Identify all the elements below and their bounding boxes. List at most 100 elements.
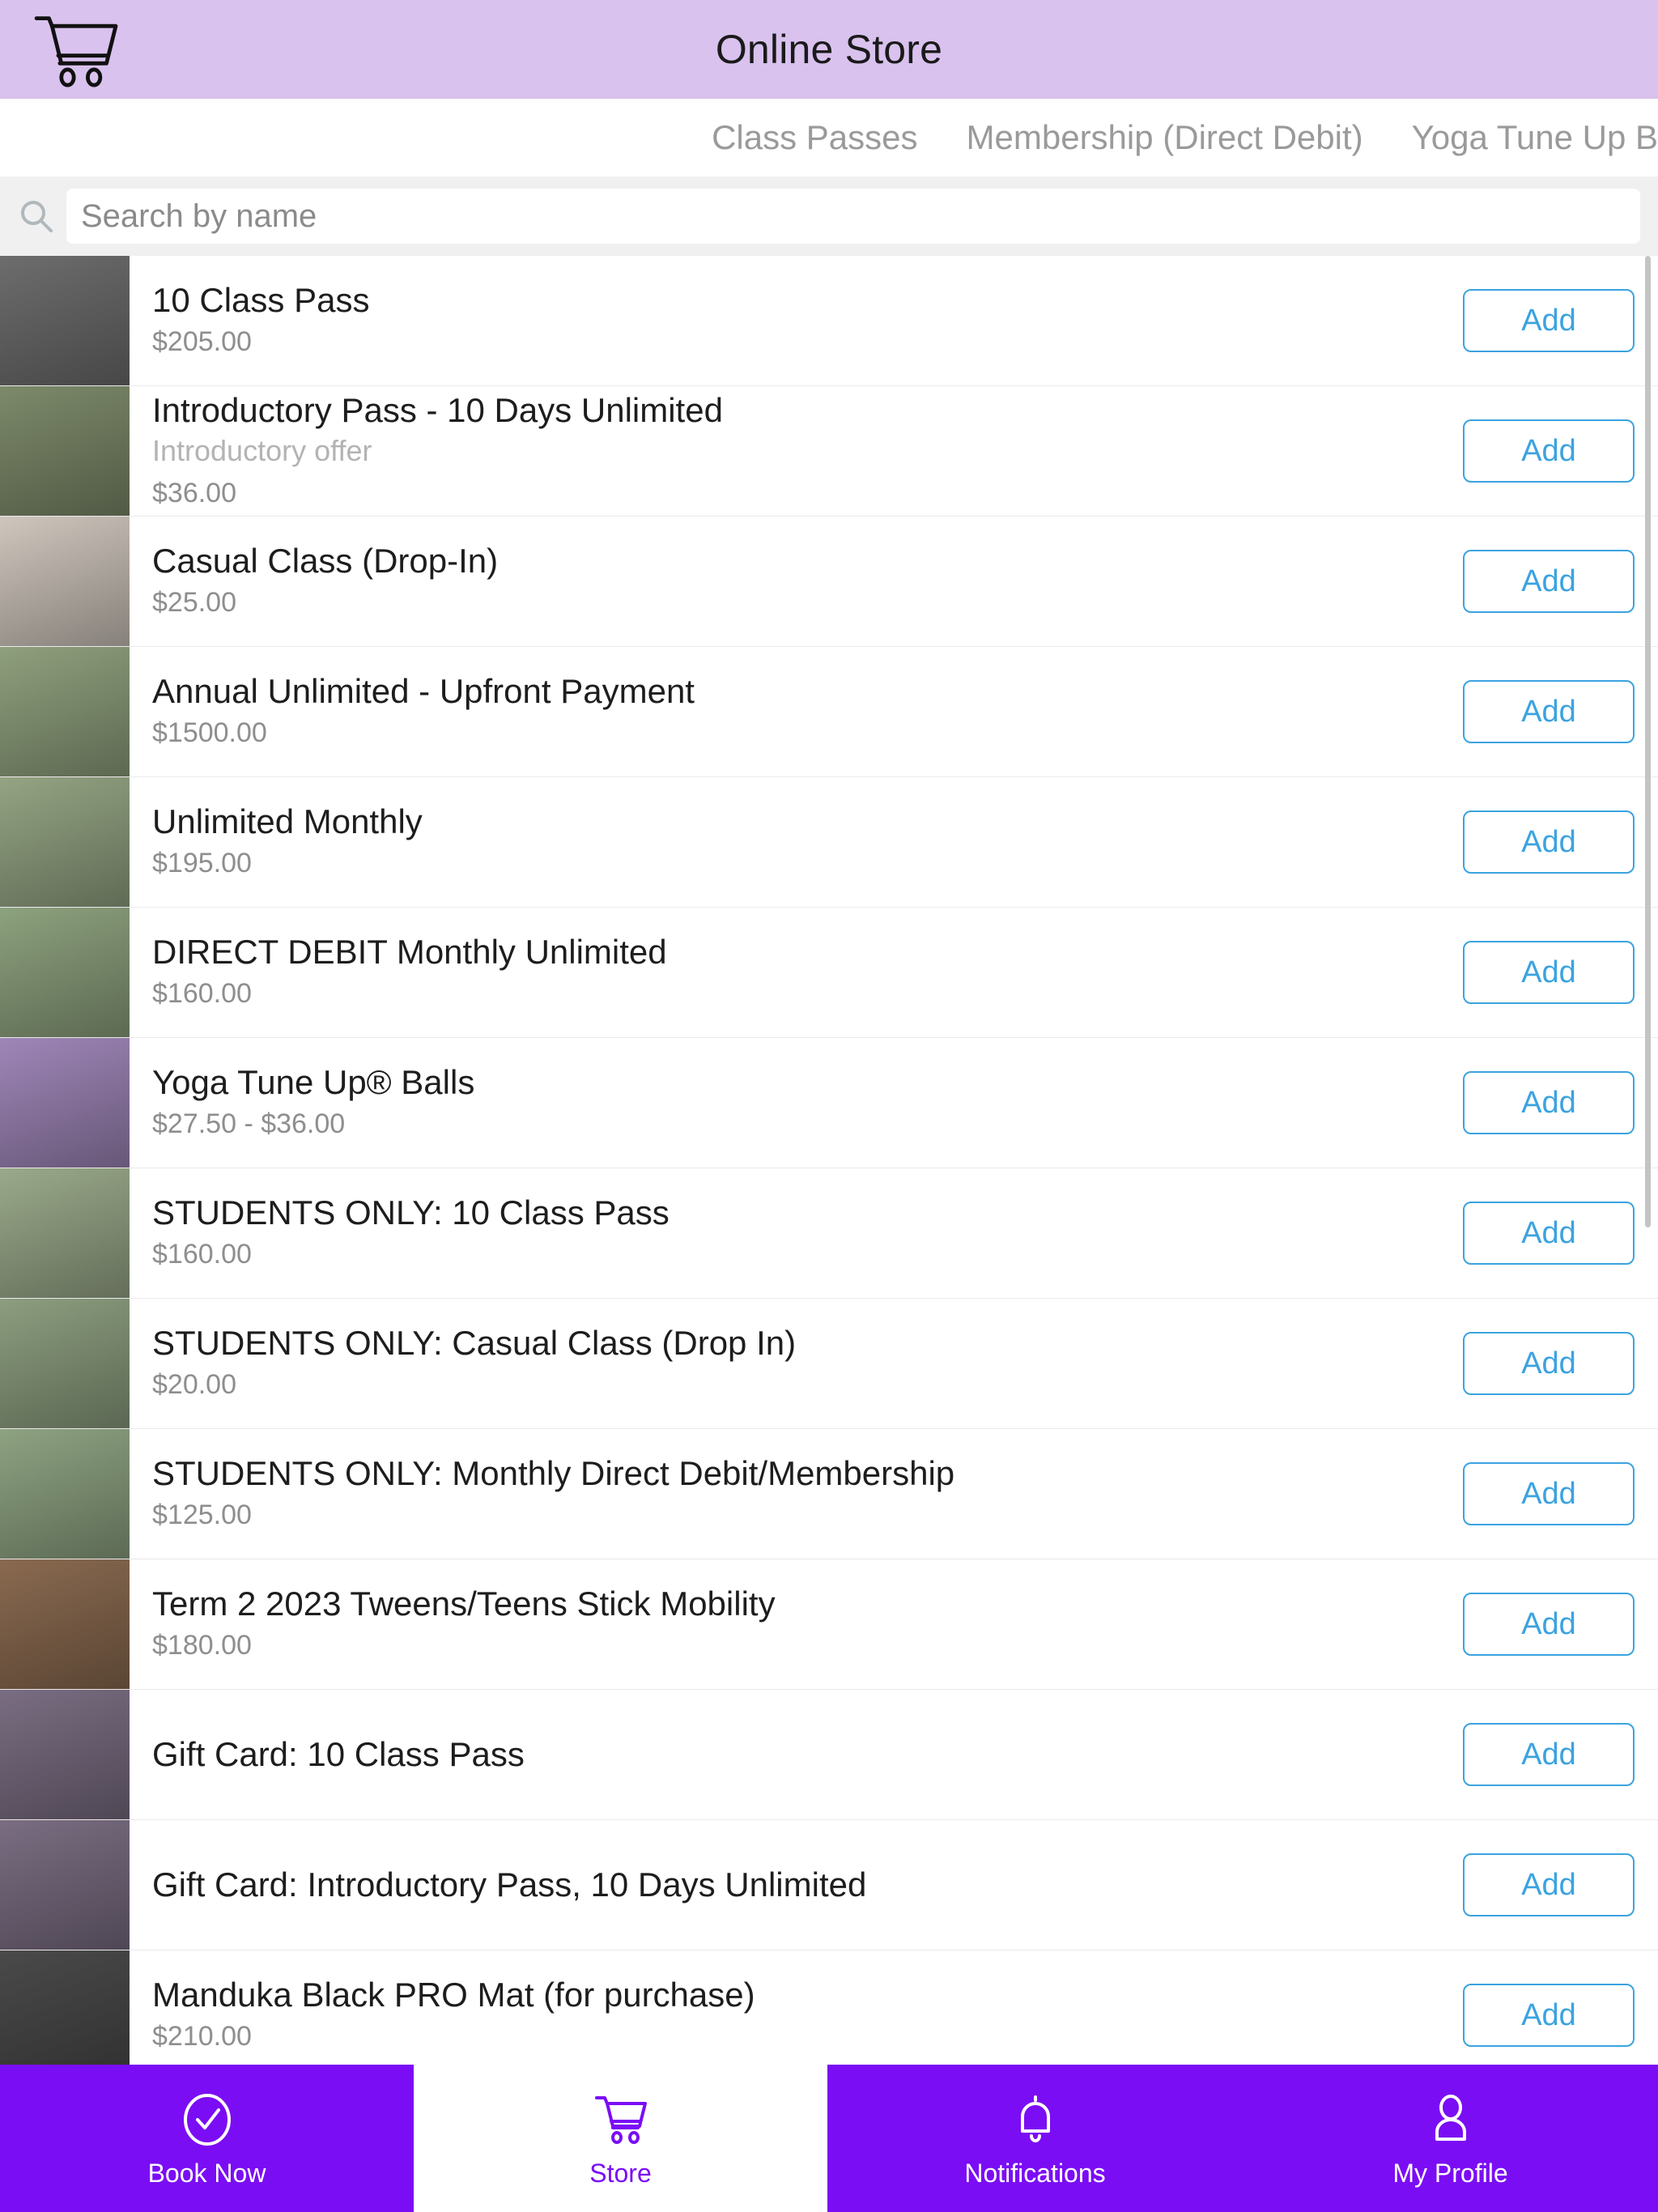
product-thumbnail (0, 1820, 130, 1950)
add-button[interactable]: Add (1463, 1984, 1635, 2047)
product-info: Manduka Black PRO Mat (for purchase) $210… (130, 1950, 1439, 2065)
nav-item-book-now[interactable]: Book Now (0, 2065, 414, 2212)
product-name: Gift Card: Introductory Pass, 10 Days Un… (152, 1865, 867, 1904)
tab-class-passes[interactable]: Class Passes (687, 118, 942, 157)
product-info: STUDENTS ONLY: Casual Class (Drop In) $20… (130, 1299, 1439, 1428)
product-action: Add (1439, 517, 1658, 646)
product-action: Add (1439, 1690, 1658, 1819)
table-row[interactable]: STUDENTS ONLY: Monthly Direct Debit/Memb… (0, 1429, 1658, 1559)
table-row[interactable]: DIRECT DEBIT Monthly Unlimited $160.00 Add (0, 908, 1658, 1038)
cart-icon (592, 2091, 650, 2149)
product-info: Term 2 2023 Tweens/Teens Stick Mobility $… (130, 1559, 1439, 1689)
table-row[interactable]: Manduka Black PRO Mat (for purchase) $210… (0, 1950, 1658, 2065)
product-thumbnail (0, 1429, 130, 1559)
nav-item-my-profile[interactable]: My Profile (1243, 2065, 1658, 2212)
product-thumbnail (0, 1299, 130, 1428)
product-action: Add (1439, 1168, 1658, 1298)
table-row[interactable]: Gift Card: 10 Class Pass Add (0, 1690, 1658, 1820)
product-name: STUDENTS ONLY: 10 Class Pass (152, 1193, 670, 1232)
add-button[interactable]: Add (1463, 1853, 1635, 1916)
product-subtitle: Introductory offer (152, 434, 372, 468)
nav-label-my-profile: My Profile (1392, 2159, 1508, 2188)
table-row[interactable]: 10 Class Pass $205.00 Add (0, 256, 1658, 386)
add-button[interactable]: Add (1463, 289, 1635, 352)
product-info: Unlimited Monthly $195.00 (130, 777, 1439, 907)
product-info: STUDENTS ONLY: 10 Class Pass $160.00 (130, 1168, 1439, 1298)
product-thumbnail (0, 1950, 130, 2065)
search-input[interactable] (66, 189, 1640, 244)
add-button[interactable]: Add (1463, 419, 1635, 483)
product-action: Add (1439, 777, 1658, 907)
product-price: $205.00 (152, 326, 252, 358)
tab-yoga-tune-up-balls[interactable]: Yoga Tune Up B (1388, 118, 1658, 157)
add-button[interactable]: Add (1463, 680, 1635, 743)
product-info: Gift Card: Introductory Pass, 10 Days Un… (130, 1820, 1439, 1950)
table-row[interactable]: Yoga Tune Up® Balls $27.50 - $36.00 Add (0, 1038, 1658, 1168)
product-info: DIRECT DEBIT Monthly Unlimited $160.00 (130, 908, 1439, 1037)
product-name: STUDENTS ONLY: Monthly Direct Debit/Memb… (152, 1454, 955, 1493)
add-button[interactable]: Add (1463, 1593, 1635, 1656)
nav-label-notifications: Notifications (964, 2159, 1106, 2188)
add-button[interactable]: Add (1463, 810, 1635, 874)
scrollbar-thumb[interactable] (1645, 256, 1651, 1227)
product-action: Add (1439, 647, 1658, 776)
table-row[interactable]: Term 2 2023 Tweens/Teens Stick Mobility $… (0, 1559, 1658, 1690)
table-row[interactable]: Unlimited Monthly $195.00 Add (0, 777, 1658, 908)
product-action: Add (1439, 1950, 1658, 2065)
page-title: Online Store (715, 27, 943, 72)
product-info: Introductory Pass - 10 Days Unlimited Int… (130, 386, 1439, 516)
product-name: Unlimited Monthly (152, 802, 423, 841)
tab-membership-direct-debit[interactable]: Membership (Direct Debit) (942, 118, 1388, 157)
product-thumbnail (0, 908, 130, 1037)
product-price: $36.00 (152, 477, 236, 508)
person-icon (1422, 2091, 1480, 2149)
product-thumbnail (0, 1168, 130, 1298)
product-name: DIRECT DEBIT Monthly Unlimited (152, 933, 667, 972)
product-name: 10 Class Pass (152, 281, 370, 320)
product-thumbnail (0, 517, 130, 646)
product-info: 10 Class Pass $205.00 (130, 256, 1439, 385)
product-price: $125.00 (152, 1499, 252, 1531)
product-name: STUDENTS ONLY: Casual Class (Drop In) (152, 1324, 797, 1363)
add-button[interactable]: Add (1463, 1202, 1635, 1265)
add-button[interactable]: Add (1463, 550, 1635, 613)
add-button[interactable]: Add (1463, 1071, 1635, 1134)
product-thumbnail (0, 1559, 130, 1689)
product-name: Gift Card: 10 Class Pass (152, 1735, 525, 1774)
product-action: Add (1439, 1429, 1658, 1559)
product-info: STUDENTS ONLY: Monthly Direct Debit/Memb… (130, 1429, 1439, 1559)
product-info: Annual Unlimited - Upfront Payment $1500.… (130, 647, 1439, 776)
product-price: $160.00 (152, 978, 252, 1010)
product-price: $25.00 (152, 587, 236, 619)
check-circle-icon (178, 2091, 236, 2149)
table-row[interactable]: Annual Unlimited - Upfront Payment $1500.… (0, 647, 1658, 777)
table-row[interactable]: Casual Class (Drop-In) $25.00 Add (0, 517, 1658, 647)
table-row[interactable]: STUDENTS ONLY: 10 Class Pass $160.00 Add (0, 1168, 1658, 1299)
product-name: Casual Class (Drop-In) (152, 542, 499, 581)
add-button[interactable]: Add (1463, 1332, 1635, 1395)
app-header: Online Store (0, 0, 1658, 99)
add-button[interactable]: Add (1463, 941, 1635, 1004)
category-tabbar[interactable]: Class Passes Membership (Direct Debit) Y… (0, 99, 1658, 177)
product-thumbnail (0, 386, 130, 516)
add-button[interactable]: Add (1463, 1462, 1635, 1525)
product-list[interactable]: 10 Class Pass $205.00 Add Introductory Pass… (0, 256, 1658, 2065)
table-row[interactable]: Introductory Pass - 10 Days Unlimited Int… (0, 386, 1658, 517)
product-action: Add (1439, 386, 1658, 516)
nav-item-notifications[interactable]: Notifications (827, 2065, 1243, 2212)
product-price: $210.00 (152, 2021, 252, 2052)
product-price: $27.50 - $36.00 (152, 1108, 346, 1140)
product-thumbnail (0, 777, 130, 907)
product-name: Introductory Pass - 10 Days Unlimited (152, 390, 723, 429)
table-row[interactable]: STUDENTS ONLY: Casual Class (Drop In) $20… (0, 1299, 1658, 1429)
add-button[interactable]: Add (1463, 1723, 1635, 1786)
product-thumbnail (0, 1038, 130, 1168)
nav-item-store[interactable]: Store (414, 2065, 827, 2212)
product-info: Gift Card: 10 Class Pass (130, 1690, 1439, 1819)
shopping-cart-icon[interactable] (29, 11, 125, 88)
product-name: Term 2 2023 Tweens/Teens Stick Mobility (152, 1585, 776, 1623)
scrollbar-track[interactable] (1645, 256, 1651, 2065)
table-row[interactable]: Gift Card: Introductory Pass, 10 Days Un… (0, 1820, 1658, 1950)
product-thumbnail (0, 1690, 130, 1819)
product-price: $180.00 (152, 1630, 252, 1661)
